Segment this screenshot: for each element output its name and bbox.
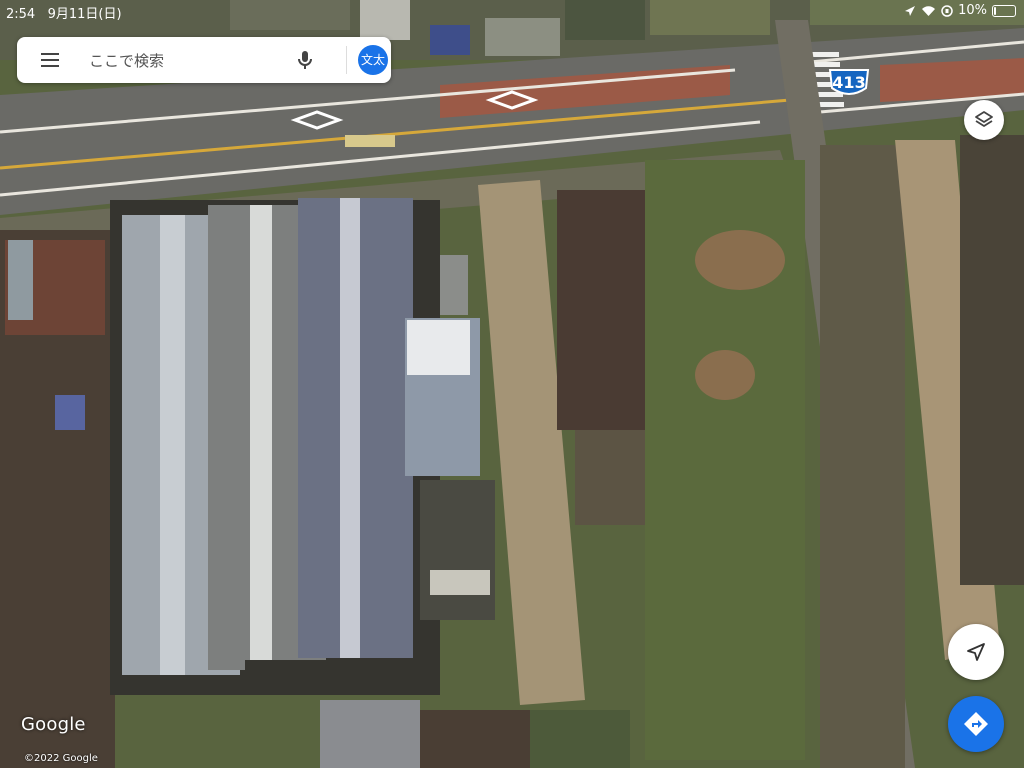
account-avatar[interactable]: 文太 — [358, 45, 388, 75]
battery-icon — [992, 4, 1016, 17]
status-date: 9月11日(日) — [47, 7, 122, 22]
status-bar: 2:54 9月11日(日) 10% — [0, 0, 1024, 22]
map-copyright: ©2022 Google — [24, 753, 98, 764]
navigation-arrow-icon — [967, 643, 985, 661]
my-location-button[interactable] — [948, 624, 1004, 680]
battery-percent: 10% — [958, 3, 987, 18]
search-divider — [346, 46, 347, 74]
status-time: 2:54 — [6, 7, 36, 22]
route-shield: 413 — [826, 68, 872, 98]
menu-icon[interactable] — [39, 50, 61, 70]
wifi-icon — [922, 5, 936, 16]
status-left: 2:54 9月11日(日) — [6, 3, 122, 22]
battery-level — [994, 6, 996, 15]
search-bar[interactable]: ここで検索 文太 — [17, 37, 391, 83]
satellite-map[interactable] — [0, 0, 1024, 768]
search-input[interactable]: ここで検索 — [89, 50, 164, 71]
location-icon — [905, 5, 916, 16]
route-number: 413 — [832, 73, 866, 92]
microphone-icon[interactable] — [293, 48, 317, 72]
directions-icon — [964, 712, 988, 736]
directions-button[interactable] — [948, 696, 1004, 752]
orientation-lock-icon — [941, 4, 953, 17]
layers-button[interactable] — [964, 100, 1004, 140]
google-logo: Google — [21, 714, 86, 735]
status-right: 10% — [904, 3, 1016, 18]
layers-icon — [975, 111, 993, 127]
